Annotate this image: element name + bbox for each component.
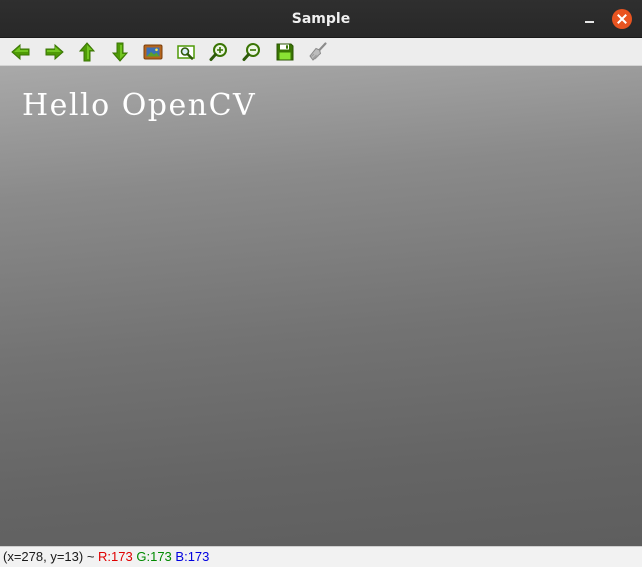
zoom-in-icon[interactable] [208,41,230,63]
status-blue-value: B:173 [175,549,210,564]
title-bar[interactable]: Sample [0,0,642,38]
image-icon[interactable] [142,41,164,63]
brush-icon[interactable] [307,41,329,63]
arrow-left-icon[interactable] [10,41,32,63]
arrow-right-icon[interactable] [43,41,65,63]
toolbar [0,38,642,66]
save-icon[interactable] [274,41,296,63]
zoom-out-icon[interactable] [241,41,263,63]
status-green-value: G:173 [136,549,172,564]
status-coords: (x=278, y=13) ~ [3,549,95,564]
close-icon[interactable] [612,9,632,29]
zoom-fit-icon[interactable] [175,41,197,63]
app-window: Sample Hello OpenCV (x=278, y=13) ~ R:17… [0,0,642,567]
arrow-down-icon[interactable] [109,41,131,63]
minimize-icon[interactable] [580,9,600,29]
status-bar: (x=278, y=13) ~ R:173 G:173 B:173 [0,546,642,567]
window-title: Sample [291,11,351,27]
image-canvas[interactable]: Hello OpenCV [0,66,642,546]
status-red-value: R:173 [98,549,133,564]
arrow-up-icon[interactable] [76,41,98,63]
image-text: Hello OpenCV [22,88,257,123]
